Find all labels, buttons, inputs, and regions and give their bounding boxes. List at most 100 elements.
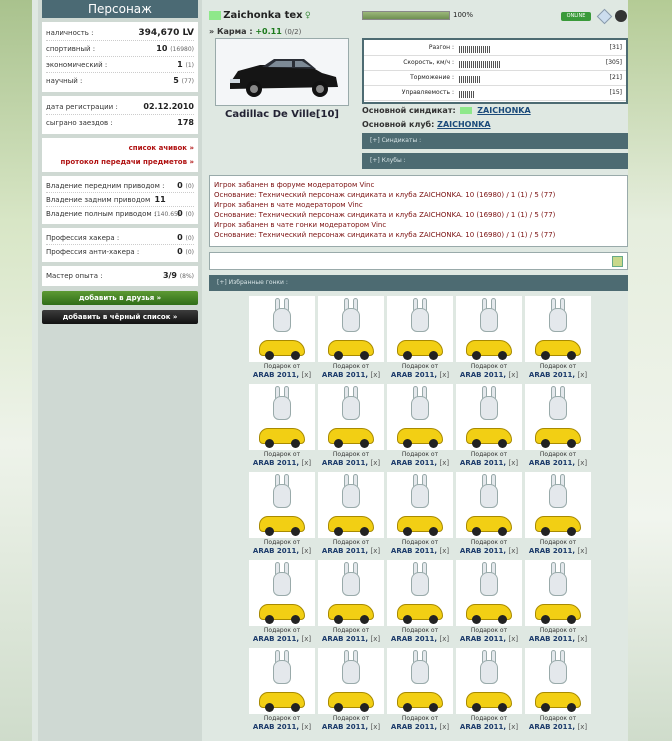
reg-row: дата регистрации : 02.12.2010 [46, 99, 194, 115]
gift-image-icon [318, 648, 384, 714]
gift-caption: Подарок от [401, 539, 439, 546]
gift-caption: Подарок от [263, 451, 301, 458]
gift-item: Подарок от ARAB 2011, [x] [249, 648, 315, 736]
gift-remove-link[interactable]: [x] [508, 635, 518, 643]
transfer-protocol-link[interactable]: протокол передачи предметов » [46, 155, 195, 169]
favorite-races-toggle[interactable]: [+] Избранные гонки : [209, 275, 628, 291]
background-left [0, 0, 32, 741]
gift-remove-link[interactable]: [x] [301, 635, 311, 643]
gift-remove-link[interactable]: [x] [508, 723, 518, 731]
club-link[interactable]: ZAICHONKA [437, 120, 490, 129]
smiley-icon[interactable] [612, 256, 623, 267]
gift-remove-link[interactable]: [x] [301, 371, 311, 379]
gift-remove-link[interactable]: [x] [577, 723, 587, 731]
gift-image-icon [318, 472, 384, 538]
gift-caption: Подарок от [263, 363, 301, 370]
ban-line: Игрок забанен в чате гонки модератором V… [214, 221, 387, 229]
karma: » Карма : +0.11 (0/2) [209, 27, 301, 36]
gift-remove-link[interactable]: [x] [370, 635, 380, 643]
gift-remove-link[interactable]: [x] [370, 371, 380, 379]
clubs-toggle[interactable]: [+] Клубы : [362, 153, 628, 169]
gift-remove-link[interactable]: [x] [577, 459, 587, 467]
skill-row: Управляемость : [15] [364, 87, 626, 101]
ban-line: Основание: Технический персонаж синдикат… [214, 211, 556, 219]
ownership-sub: (0) [185, 211, 195, 218]
gift-remove-link[interactable]: [x] [439, 723, 449, 731]
gift-item: Подарок от ARAB 2011, [x] [318, 560, 384, 648]
ban-log: Игрок забанен в форуме модератором Vinc … [209, 175, 628, 247]
gift-caption: Подарок от [470, 715, 508, 722]
gift-remove-link[interactable]: [x] [370, 547, 380, 555]
profile-main: Zaichonka tex ♀ » Карма : +0.11 (0/2) Ca… [207, 0, 629, 741]
gift-remove-link[interactable]: [x] [301, 459, 311, 467]
gift-sender: ARAB 2011, [390, 723, 438, 731]
gift-sender: ARAB 2011, [459, 723, 507, 731]
gift-sender: ARAB 2011, [321, 459, 369, 467]
gift-remove-link[interactable]: [x] [301, 547, 311, 555]
gift-caption: Подарок от [539, 715, 577, 722]
helmet-icon[interactable] [615, 10, 627, 22]
gift-sender: ARAB 2011, [321, 547, 369, 555]
gift-sender: ARAB 2011, [528, 547, 576, 555]
stats-block: наличность : 394,670 LV спортивный : 10 … [42, 22, 198, 92]
stat-row: экономический : 1 (1) [46, 57, 194, 73]
gift-remove-link[interactable]: [x] [508, 547, 518, 555]
gift-image-icon [249, 648, 315, 714]
gift-remove-link[interactable]: [x] [370, 723, 380, 731]
gift-remove-link[interactable]: [x] [301, 723, 311, 731]
ownership-row: Владение задним приводом : 11 (140.65) [46, 193, 194, 218]
gift-caption: Подарок от [401, 451, 439, 458]
skill-bar [459, 46, 490, 53]
gift-caption: Подарок от [263, 539, 301, 546]
gift-image-icon [249, 472, 315, 538]
add-blacklist-button[interactable]: добавить в чёрный список » [42, 310, 198, 324]
syndicate-link[interactable]: ZAICHONKA [477, 106, 530, 115]
gift-item: Подарок от ARAB 2011, [x] [318, 384, 384, 472]
gift-remove-link[interactable]: [x] [577, 547, 587, 555]
gift-remove-link[interactable]: [x] [439, 371, 449, 379]
gift-image-icon [456, 296, 522, 362]
gift-remove-link[interactable]: [x] [508, 459, 518, 467]
gift-remove-link[interactable]: [x] [370, 459, 380, 467]
level-progress-fill [363, 12, 449, 19]
background-right [628, 0, 672, 741]
gift-image-icon [318, 560, 384, 626]
gift-item: Подарок от ARAB 2011, [x] [249, 296, 315, 384]
gift-remove-link[interactable]: [x] [508, 371, 518, 379]
stat-row: научный : 5 (77) [46, 73, 194, 89]
gift-image-icon [525, 648, 591, 714]
master-row: Мастер опыта : 3/9 (8%) [46, 269, 194, 283]
gift-remove-link[interactable]: [x] [577, 371, 587, 379]
gift-remove-link[interactable]: [x] [439, 547, 449, 555]
diamond-icon[interactable] [596, 8, 613, 25]
ownership-value: 0 [177, 181, 183, 190]
gift-item: Подарок от ARAB 2011, [x] [318, 296, 384, 384]
gift-image-icon [456, 472, 522, 538]
gift-sender: ARAB 2011, [321, 371, 369, 379]
syndicates-toggle[interactable]: [+] Синдикаты : [362, 133, 628, 149]
races-label: сыграно заездов : [46, 119, 113, 127]
gift-item: Подарок от ARAB 2011, [x] [525, 296, 591, 384]
gift-image-icon [249, 560, 315, 626]
gift-item: Подарок от ARAB 2011, [x] [525, 384, 591, 472]
gift-sender: ARAB 2011, [459, 547, 507, 555]
gift-sender: ARAB 2011, [252, 547, 300, 555]
stat-value: 1 [177, 60, 183, 69]
stat-sub: (1) [185, 62, 195, 69]
gift-item: Подарок от ARAB 2011, [x] [249, 560, 315, 648]
profession-value: 0 [177, 247, 183, 256]
gift-sender: ARAB 2011, [321, 723, 369, 731]
gift-remove-link[interactable]: [x] [439, 459, 449, 467]
car-image [215, 38, 349, 106]
comment-input[interactable] [209, 252, 628, 270]
gift-image-icon [387, 296, 453, 362]
gift-caption: Подарок от [470, 363, 508, 370]
gift-image-icon [387, 472, 453, 538]
achievements-link[interactable]: список ачивок » [46, 141, 194, 155]
gift-image-icon [456, 560, 522, 626]
gift-caption: Подарок от [332, 715, 370, 722]
gift-caption: Подарок от [539, 451, 577, 458]
add-friend-button[interactable]: добавить в друзья » [42, 291, 198, 305]
gift-remove-link[interactable]: [x] [577, 635, 587, 643]
gift-remove-link[interactable]: [x] [439, 635, 449, 643]
